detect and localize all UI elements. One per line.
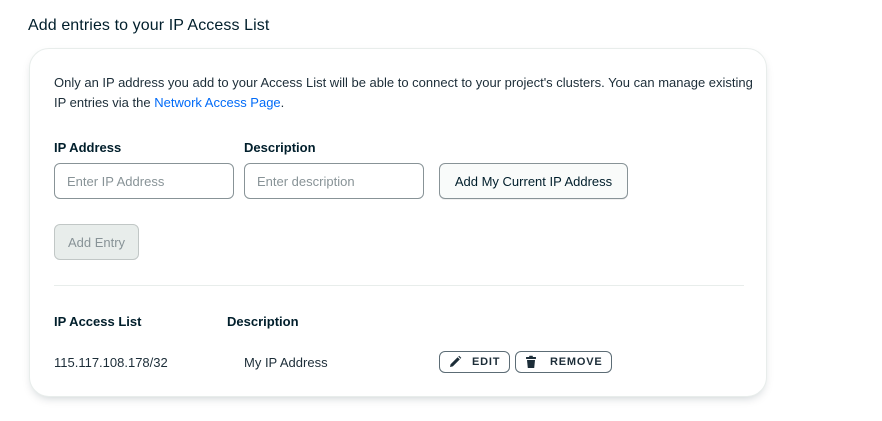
edit-button[interactable]: EDIT xyxy=(439,351,510,373)
pencil-icon xyxy=(448,355,462,369)
ip-address-input[interactable] xyxy=(54,163,234,199)
page: Add entries to your IP Access List Only … xyxy=(0,0,882,421)
ip-access-list-header: IP Access List xyxy=(54,314,142,329)
description-cell: My IP Address xyxy=(244,355,328,370)
ip-address-label: IP Address xyxy=(54,140,122,155)
remove-button[interactable]: REMOVE xyxy=(515,351,612,373)
intro-text-end: . xyxy=(280,95,285,110)
ip-cell: 115.117.108.178/32 xyxy=(54,355,168,370)
description-label: Description xyxy=(244,140,316,155)
ip-access-card: Only an IP address you add to your Acces… xyxy=(29,48,767,397)
edit-button-label: EDIT xyxy=(472,356,501,368)
description-column-header: Description xyxy=(227,314,299,329)
network-access-page-link[interactable]: Network Access Page xyxy=(154,95,280,110)
trash-icon xyxy=(524,355,538,369)
add-entry-button[interactable]: Add Entry xyxy=(54,224,139,260)
remove-button-label: REMOVE xyxy=(550,356,603,368)
section-title: Add entries to your IP Access List xyxy=(28,17,270,34)
divider xyxy=(54,285,744,286)
add-current-ip-button[interactable]: Add My Current IP Address xyxy=(439,163,628,199)
description-input[interactable] xyxy=(244,163,424,199)
intro-text: Only an IP address you add to your Acces… xyxy=(54,73,754,113)
